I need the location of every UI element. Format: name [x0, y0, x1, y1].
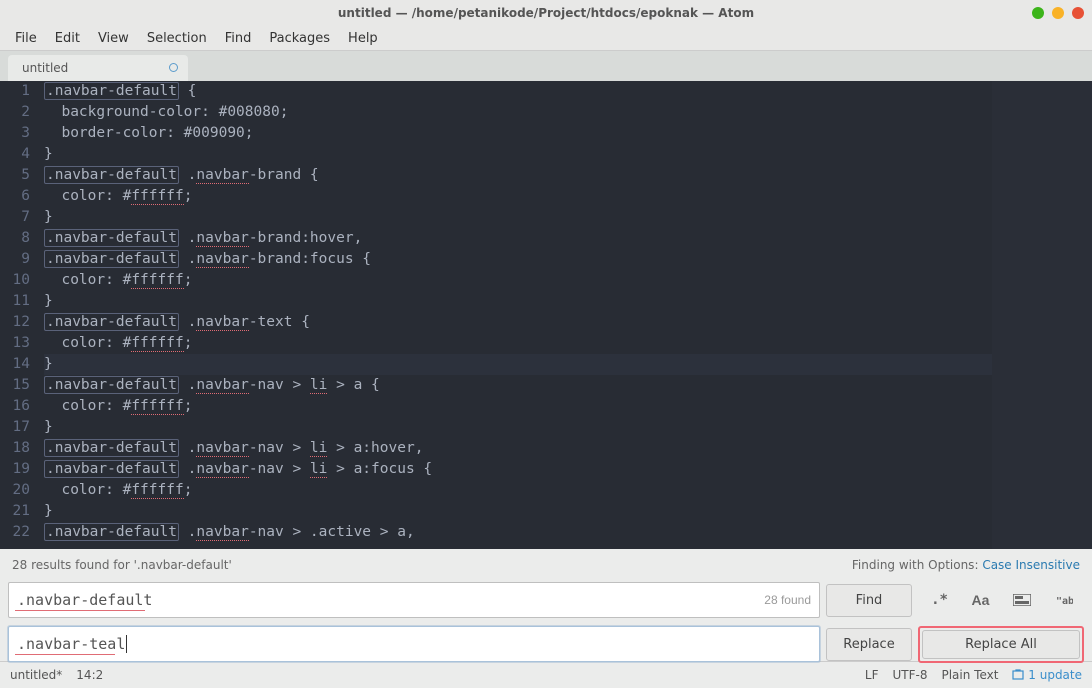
- search-match: .navbar-default: [44, 313, 179, 331]
- find-replace-panel: 28 results found for '.navbar-default' F…: [0, 549, 1092, 661]
- find-options: .* Aa "ab": [918, 582, 1084, 618]
- search-match: .navbar-default: [44, 229, 179, 247]
- code-line[interactable]: border-color: #009090;: [44, 123, 992, 144]
- status-enc[interactable]: UTF-8: [893, 668, 928, 682]
- update-icon: [1012, 669, 1024, 681]
- code-line[interactable]: .navbar-default .navbar-nav > li > a {: [44, 375, 992, 396]
- code-line[interactable]: color: #ffffff;: [44, 186, 992, 207]
- status-grammar[interactable]: Plain Text: [941, 668, 998, 682]
- case-icon[interactable]: Aa: [963, 585, 998, 615]
- code-line[interactable]: }: [44, 207, 992, 228]
- find-options-text: Finding with Options: Case Insensitive: [852, 558, 1080, 572]
- code-area[interactable]: .navbar-default { background-color: #008…: [38, 81, 992, 549]
- code-line[interactable]: color: #ffffff;: [44, 270, 992, 291]
- replace-all-button[interactable]: Replace All: [922, 630, 1080, 659]
- maximize-icon[interactable]: [1052, 7, 1064, 19]
- search-match: .navbar-default: [44, 82, 179, 100]
- code-line[interactable]: color: #ffffff;: [44, 333, 992, 354]
- code-line[interactable]: .navbar-default .navbar-brand:focus {: [44, 249, 992, 270]
- code-line[interactable]: .navbar-default .navbar-nav > li > a:hov…: [44, 438, 992, 459]
- code-line[interactable]: }: [44, 354, 992, 375]
- code-line[interactable]: .navbar-default .navbar-text {: [44, 312, 992, 333]
- search-match: .navbar-default: [44, 250, 179, 268]
- regex-icon[interactable]: .*: [922, 585, 957, 615]
- menu-packages[interactable]: Packages: [260, 28, 339, 49]
- tabbar: untitled: [0, 51, 1092, 81]
- text-cursor-icon: [126, 635, 127, 653]
- minimap[interactable]: [992, 81, 1092, 549]
- svg-text:"ab": "ab": [1056, 596, 1073, 606]
- code-line[interactable]: .navbar-default .navbar-nav > .active > …: [44, 522, 992, 543]
- menu-selection[interactable]: Selection: [138, 28, 216, 49]
- titlebar: untitled — /home/petanikode/Project/htdo…: [0, 0, 1092, 26]
- code-line[interactable]: .navbar-default .navbar-nav > li > a:foc…: [44, 459, 992, 480]
- search-value: .navbar-default: [17, 591, 152, 609]
- gutter: 12345678910111213141516171819202122: [0, 81, 38, 549]
- menubar: FileEditViewSelectionFindPackagesHelp: [0, 26, 1092, 51]
- spellcheck-underline-icon: [15, 610, 145, 611]
- replace-value: .navbar-teal: [17, 635, 125, 653]
- modified-indicator-icon: [169, 63, 178, 72]
- editor[interactable]: 12345678910111213141516171819202122 .nav…: [0, 81, 1092, 549]
- code-line[interactable]: background-color: #008080;: [44, 102, 992, 123]
- minimize-icon[interactable]: [1032, 7, 1044, 19]
- menu-file[interactable]: File: [6, 28, 46, 49]
- status-eol[interactable]: LF: [865, 668, 879, 682]
- search-match: .navbar-default: [44, 166, 179, 184]
- find-status: 28 results found for '.navbar-default' F…: [8, 556, 1084, 574]
- code-line[interactable]: color: #ffffff;: [44, 396, 992, 417]
- status-pos[interactable]: 14:2: [76, 668, 103, 682]
- search-input[interactable]: .navbar-default 28 found: [8, 582, 820, 618]
- spellcheck-underline-icon: [15, 654, 115, 655]
- code-line[interactable]: .navbar-default .navbar-brand {: [44, 165, 992, 186]
- code-line[interactable]: }: [44, 417, 992, 438]
- menu-edit[interactable]: Edit: [46, 28, 89, 49]
- code-line[interactable]: }: [44, 501, 992, 522]
- replace-input[interactable]: .navbar-teal: [8, 626, 820, 662]
- code-line[interactable]: }: [44, 144, 992, 165]
- menu-help[interactable]: Help: [339, 28, 387, 49]
- replace-button[interactable]: Replace: [826, 628, 912, 661]
- window-title: untitled — /home/petanikode/Project/htdo…: [338, 6, 754, 20]
- replace-all-callout: Replace All: [918, 626, 1084, 663]
- statusbar: untitled* 14:2 LF UTF-8 Plain Text 1 upd…: [0, 661, 1092, 688]
- tab-label: untitled: [22, 61, 68, 75]
- status-update[interactable]: 1 update: [1012, 668, 1082, 682]
- search-count: 28 found: [764, 593, 811, 607]
- search-match: .navbar-default: [44, 460, 179, 478]
- whole-word-icon[interactable]: "ab": [1045, 585, 1080, 615]
- menu-find[interactable]: Find: [216, 28, 261, 49]
- close-icon[interactable]: [1072, 7, 1084, 19]
- selection-icon[interactable]: [1004, 585, 1039, 615]
- results-count: 28 results found for '.navbar-default': [12, 558, 232, 572]
- code-line[interactable]: .navbar-default {: [44, 81, 992, 102]
- status-file[interactable]: untitled*: [10, 668, 62, 682]
- code-line[interactable]: }: [44, 291, 992, 312]
- find-button[interactable]: Find: [826, 584, 912, 617]
- menu-view[interactable]: View: [89, 28, 138, 49]
- search-match: .navbar-default: [44, 439, 179, 457]
- code-line[interactable]: .navbar-default .navbar-brand:hover,: [44, 228, 992, 249]
- window-controls: [1032, 7, 1084, 19]
- code-line[interactable]: color: #ffffff;: [44, 480, 992, 501]
- tab-untitled[interactable]: untitled: [8, 55, 188, 81]
- search-match: .navbar-default: [44, 523, 179, 541]
- search-match: .navbar-default: [44, 376, 179, 394]
